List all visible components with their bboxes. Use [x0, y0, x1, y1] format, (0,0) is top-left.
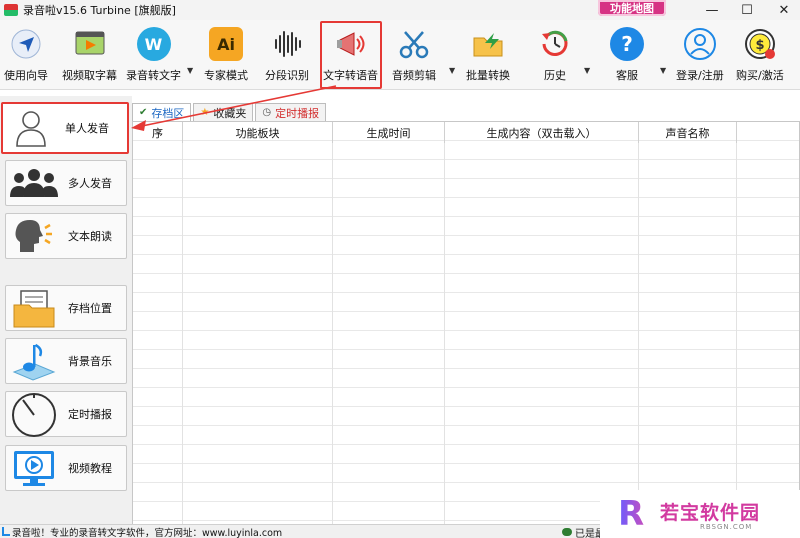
watermark-site: RBSGN.COM: [700, 522, 753, 531]
navigation-arrow-icon: [9, 27, 43, 61]
timer-icon: [6, 393, 62, 437]
star-icon: ★: [200, 107, 210, 118]
speaking-head-icon: [6, 215, 62, 257]
toolbar-label: 使用向导: [4, 69, 48, 82]
history-clock-icon: [538, 27, 572, 61]
main-toolbar: 使用向导 视频取字幕 W 录音转文字 ▼ Ai 专家模式 分段识别 文字转语音 …: [0, 20, 800, 90]
sidebar-item-video-tutorial[interactable]: 视频教程: [5, 445, 127, 491]
toolbar-label: 视频取字幕: [62, 69, 117, 82]
tab-label: 存档区: [151, 106, 185, 120]
sidebar-item-label: 文本朗读: [68, 230, 112, 243]
column-header-voice-name[interactable]: 声音名称: [639, 122, 737, 143]
chevron-down-icon[interactable]: ▼: [660, 66, 666, 75]
toolbar-item-expert-mode[interactable]: Ai 专家模式: [204, 24, 248, 86]
tab-timed-broadcast[interactable]: ◷ 定时播报: [255, 103, 327, 121]
toolbar-label: 购买/激活: [736, 69, 784, 82]
function-map-button[interactable]: 功能地图: [598, 0, 666, 16]
waveform-icon: [270, 27, 304, 61]
video-subtitle-icon: [73, 27, 107, 61]
sidebar-item-single-voice[interactable]: 单人发音: [1, 102, 129, 154]
toolbar-label: 分段识别: [265, 69, 309, 82]
sidebar-item-label: 定时播报: [68, 408, 112, 421]
toolbar-item-purchase[interactable]: $ 购买/激活: [736, 24, 784, 86]
column-header-content[interactable]: 生成内容（双击载入）: [445, 122, 639, 143]
sidebar-item-label: 视频教程: [68, 462, 112, 475]
column-header-index[interactable]: 序: [133, 122, 183, 143]
toolbar-item-support[interactable]: ? 客服: [610, 24, 644, 86]
tab-label: 收藏夹: [213, 106, 247, 120]
sidebar-item-multi-voice[interactable]: 多人发音: [5, 160, 127, 206]
close-button[interactable]: ✕: [762, 0, 800, 20]
w-letter-icon: W: [136, 27, 171, 61]
tab-label: 定时播报: [275, 106, 320, 120]
folder-arrow-icon: [471, 27, 505, 61]
toolbar-item-segment-recognition[interactable]: 分段识别: [265, 24, 309, 86]
left-sidebar: 单人发音 多人发音 文本朗读 存档位置 背景音乐 定时播报 视频教程: [0, 96, 132, 526]
watermark-logo-icon: R: [618, 496, 654, 532]
toolbar-label: 录音转文字: [126, 69, 181, 82]
app-icon: [4, 4, 18, 16]
tab-archive[interactable]: ✔ 存档区: [132, 103, 192, 121]
sidebar-item-background-music[interactable]: 背景音乐: [5, 338, 127, 384]
ai-icon: Ai: [209, 27, 243, 61]
toolbar-item-batch-convert[interactable]: 批量转换: [466, 24, 510, 86]
title-bar: 录音啦v15.6 Turbine [旗舰版] 功能地图 — ☐ ✕: [0, 0, 800, 20]
watermark-name: 若宝软件园: [660, 501, 761, 524]
text-to-speech-highlight: [320, 21, 382, 89]
single-person-icon: [3, 107, 59, 149]
column-divider: [736, 143, 737, 526]
toolbar-label: 客服: [616, 69, 638, 82]
main-content: ✔ 存档区 ★ 收藏夹 ◷ 定时播报 序 功能板块 生成时间 生成内容（双击载入…: [132, 103, 800, 526]
question-icon: ?: [610, 27, 644, 61]
check-icon: ✔: [139, 107, 148, 118]
cloud-icon: [562, 528, 572, 536]
svg-text:$: $: [755, 38, 764, 53]
signal-icon: [2, 527, 10, 536]
music-note-icon: [6, 340, 62, 382]
user-icon: [683, 27, 717, 61]
scissors-icon: [397, 27, 431, 61]
chevron-down-icon[interactable]: ▼: [187, 66, 193, 75]
watermark-text: 若宝软件园 RBSGN.COM: [660, 498, 760, 531]
archive-folder-icon: [6, 287, 62, 329]
toolbar-label: 历史: [544, 69, 566, 82]
window-title: 录音啦v15.6 Turbine [旗舰版]: [23, 4, 176, 17]
sidebar-item-text-reading[interactable]: 文本朗读: [5, 213, 127, 259]
sidebar-item-label: 存档位置: [68, 302, 112, 315]
toolbar-item-login[interactable]: 登录/注册: [676, 24, 724, 86]
toolbar-item-video-subtitle[interactable]: 视频取字幕: [62, 24, 117, 86]
column-header-module[interactable]: 功能板块: [183, 122, 333, 143]
status-text: 录音啦！专业的录音转文字软件，官方网址：www.luyinla.com: [12, 527, 283, 538]
sidebar-item-timed-broadcast[interactable]: 定时播报: [5, 391, 127, 437]
toolbar-item-audio-to-text[interactable]: W 录音转文字: [126, 24, 181, 86]
column-divider: [332, 143, 333, 526]
tab-favorites[interactable]: ★ 收藏夹: [193, 103, 254, 121]
video-tutorial-icon: [6, 447, 62, 489]
column-divider: [182, 143, 183, 526]
dollar-icon: $: [743, 27, 777, 61]
toolbar-label: 登录/注册: [676, 69, 724, 82]
chevron-down-icon[interactable]: ▼: [584, 66, 590, 75]
archive-table[interactable]: 序 功能板块 生成时间 生成内容（双击载入） 声音名称: [132, 121, 800, 526]
clock-icon: ◷: [262, 107, 272, 118]
multi-person-icon: [6, 162, 62, 204]
sidebar-item-label: 单人发音: [65, 122, 109, 135]
sidebar-item-archive-location[interactable]: 存档位置: [5, 285, 127, 331]
toolbar-item-audio-editor[interactable]: 音频剪辑: [392, 24, 436, 86]
toolbar-label: 批量转换: [466, 69, 510, 82]
column-header-time[interactable]: 生成时间: [333, 122, 445, 143]
column-divider: [444, 143, 445, 526]
sidebar-item-label: 多人发音: [68, 177, 112, 190]
toolbar-label: 音频剪辑: [392, 69, 436, 82]
toolbar-item-guide[interactable]: 使用向导: [4, 24, 48, 86]
chevron-down-icon[interactable]: ▼: [449, 66, 455, 75]
sidebar-item-label: 背景音乐: [68, 355, 112, 368]
tab-bar: ✔ 存档区 ★ 收藏夹 ◷ 定时播报: [132, 103, 328, 121]
update-status: 已是最: [562, 525, 605, 538]
watermark: R 若宝软件园 RBSGN.COM: [600, 490, 800, 538]
column-divider: [638, 143, 639, 526]
toolbar-label: 专家模式: [204, 69, 248, 82]
toolbar-item-history[interactable]: 历史: [538, 24, 572, 86]
